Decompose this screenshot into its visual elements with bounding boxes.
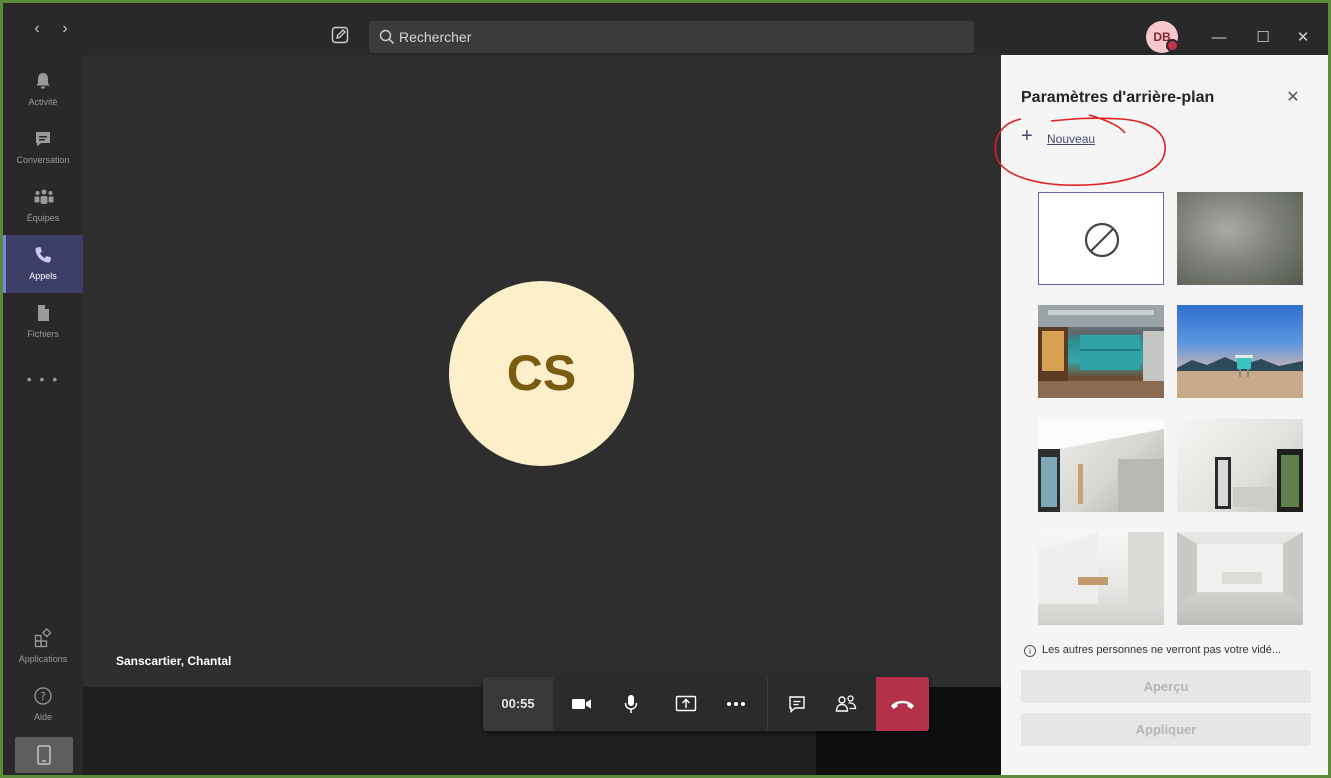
svg-text:?: ? xyxy=(40,690,46,703)
background-option-beach[interactable] xyxy=(1177,305,1303,398)
controls-divider xyxy=(767,677,768,731)
chat-icon xyxy=(33,129,53,149)
teams-window: ‹ › DB — ☐ ✕ Activité Conversation xyxy=(3,3,1328,775)
participants-button[interactable] xyxy=(825,677,865,731)
info-icon: i xyxy=(1024,645,1036,657)
close-window-button[interactable]: ✕ xyxy=(1290,25,1316,51)
background-option-room-1[interactable] xyxy=(1038,419,1164,512)
preview-button[interactable]: Aperçu xyxy=(1021,670,1311,703)
background-option-room-4[interactable] xyxy=(1177,532,1303,625)
help-icon: ? xyxy=(33,686,53,706)
annotation-circle xyxy=(994,114,1166,187)
rail-label: Fichiers xyxy=(27,329,59,339)
privacy-note-text: Les autres personnes ne verront pas votr… xyxy=(1042,644,1282,656)
device-button[interactable] xyxy=(15,737,73,773)
beach-image xyxy=(1177,355,1303,398)
apps-icon xyxy=(33,627,53,648)
forward-arrow-icon[interactable]: › xyxy=(55,18,75,40)
share-screen-button[interactable] xyxy=(665,677,705,731)
rail-label: Appels xyxy=(29,271,57,281)
rail-item-help[interactable]: ? Aide xyxy=(3,676,83,734)
more-apps-icon[interactable]: • • • xyxy=(3,371,83,387)
minimize-button[interactable]: — xyxy=(1206,25,1232,51)
room-image xyxy=(1215,449,1303,512)
presence-status-icon xyxy=(1166,39,1179,52)
search-bar[interactable] xyxy=(369,21,974,53)
rail-item-teams[interactable]: Équipes xyxy=(3,177,83,235)
background-option-room-2[interactable] xyxy=(1177,419,1303,512)
camera-button[interactable] xyxy=(561,677,601,731)
rail-label: Équipes xyxy=(26,213,60,223)
rail-item-chat[interactable]: Conversation xyxy=(3,119,83,177)
hang-up-icon xyxy=(891,700,914,709)
app-bar: Activité Conversation Équipes Appels Fic… xyxy=(3,55,83,775)
background-option-room-3[interactable] xyxy=(1038,532,1164,625)
background-option-blur[interactable] xyxy=(1177,192,1303,285)
maximize-button[interactable]: ☐ xyxy=(1250,25,1276,51)
room-image xyxy=(1038,419,1164,512)
apply-button[interactable]: Appliquer xyxy=(1021,713,1311,746)
ellipsis-icon xyxy=(727,702,745,706)
title-bar: ‹ › DB — ☐ ✕ xyxy=(3,3,1328,55)
call-timer: 00:55 xyxy=(483,677,553,731)
panel-title: Paramètres d'arrière-plan xyxy=(1021,89,1215,106)
microphone-button[interactable] xyxy=(611,677,651,731)
hang-up-button[interactable] xyxy=(876,677,929,731)
call-controls: 00:55 xyxy=(483,677,929,731)
back-arrow-icon[interactable]: ‹ xyxy=(27,18,47,40)
participant-name: Sanscartier, Chantal xyxy=(116,654,232,668)
no-background-icon xyxy=(1084,222,1120,258)
rail-label: Aide xyxy=(33,712,52,722)
participant-avatar: CS xyxy=(449,281,634,466)
camera-icon xyxy=(572,699,591,709)
background-option-office[interactable] xyxy=(1038,305,1164,398)
search-icon xyxy=(379,29,395,45)
compose-icon[interactable] xyxy=(331,26,349,44)
rail-item-files[interactable]: Fichiers xyxy=(3,293,83,351)
room-image xyxy=(1038,532,1164,604)
participants-icon xyxy=(835,695,857,712)
rail-label: Conversation xyxy=(16,155,70,165)
background-option-none[interactable] xyxy=(1038,192,1164,285)
close-panel-button[interactable]: ✕ xyxy=(1283,88,1303,108)
rail-item-applications[interactable]: Applications xyxy=(3,618,83,676)
rail-item-calls[interactable]: Appels xyxy=(3,235,83,293)
chat-button[interactable] xyxy=(777,677,817,731)
teams-icon xyxy=(33,187,54,207)
close-icon: ✕ xyxy=(1286,89,1300,106)
file-icon xyxy=(33,303,53,323)
rail-label: Activité xyxy=(28,97,58,107)
office-image xyxy=(1038,305,1164,398)
more-actions-button[interactable] xyxy=(715,677,755,731)
rail-label: Applications xyxy=(18,654,68,664)
bell-icon xyxy=(33,71,53,91)
chat-icon xyxy=(789,696,805,714)
rail-item-activity[interactable]: Activité xyxy=(3,61,83,119)
mobile-device-icon xyxy=(37,745,51,765)
microphone-icon xyxy=(624,695,638,713)
share-screen-icon xyxy=(675,695,697,712)
phone-icon xyxy=(33,245,53,265)
call-stage: CS Sanscartier, Chantal xyxy=(83,55,1001,687)
room-image xyxy=(1177,532,1303,604)
search-input[interactable] xyxy=(399,21,959,53)
privacy-note: i Les autres personnes ne verront pas vot… xyxy=(1024,644,1281,657)
